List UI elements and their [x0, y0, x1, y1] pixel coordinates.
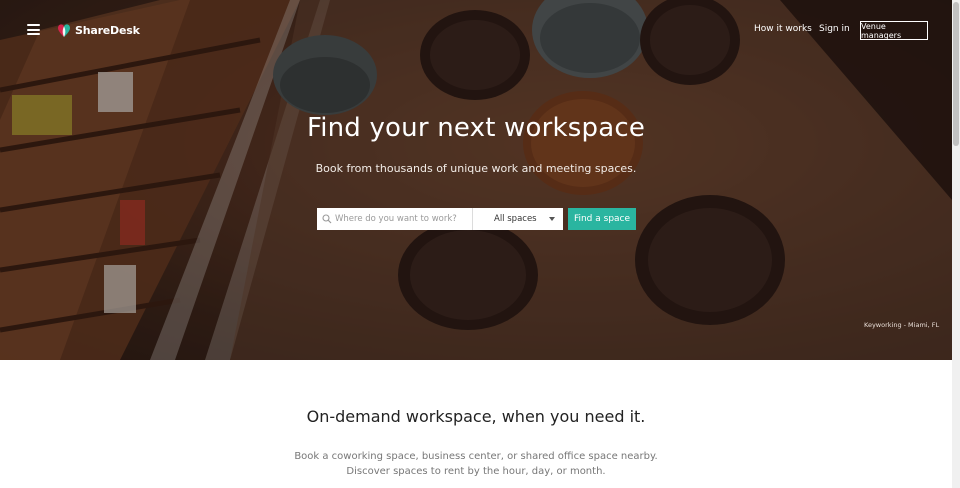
how-it-works-link[interactable]: How it works	[754, 24, 812, 34]
search-bar: All spaces	[317, 208, 563, 230]
brand-name: ShareDesk	[75, 23, 140, 37]
logo[interactable]: ShareDesk	[56, 20, 140, 40]
hero-banner: ShareDesk How it works Sign in Venue man…	[0, 0, 952, 360]
top-nav: ShareDesk How it works Sign in Venue man…	[0, 0, 952, 60]
space-type-select[interactable]: All spaces	[473, 208, 563, 230]
scrollbar[interactable]	[952, 0, 960, 488]
section-line-2: Discover spaces to rent by the hour, day…	[346, 466, 606, 477]
find-space-button[interactable]: Find a space	[568, 208, 636, 230]
hero-subtitle: Book from thousands of unique work and m…	[315, 162, 637, 175]
venue-managers-button[interactable]: Venue managers	[860, 21, 928, 40]
chevron-down-icon	[549, 217, 555, 221]
search-icon	[322, 214, 332, 224]
page: ShareDesk How it works Sign in Venue man…	[0, 0, 952, 488]
hero-title: Find your next workspace	[306, 113, 646, 143]
menu-icon[interactable]	[27, 24, 40, 35]
section-line-1: Book a coworking space, business center,…	[294, 451, 658, 462]
space-type-value: All spaces	[494, 214, 537, 224]
section-title: On-demand workspace, when you need it.	[306, 407, 646, 426]
search-input[interactable]	[335, 214, 465, 224]
sign-in-link[interactable]: Sign in	[819, 24, 850, 34]
section-description: Book a coworking space, business center,…	[0, 449, 952, 479]
scrollbar-thumb[interactable]	[953, 2, 959, 146]
photo-caption: Keyworking - Miami, FL	[864, 321, 940, 329]
location-field[interactable]	[317, 208, 473, 230]
sharedesk-logo-icon	[58, 24, 70, 37]
